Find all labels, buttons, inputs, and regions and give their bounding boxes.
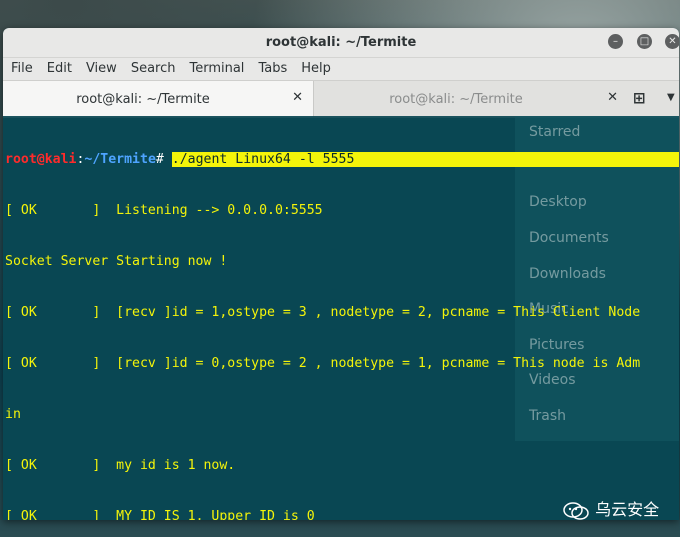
menu-edit[interactable]: Edit [39, 58, 78, 76]
menu-search[interactable]: Search [123, 58, 182, 76]
prompt-hash: # [155, 152, 172, 167]
tab-label: root@kali: ~/Termite [76, 92, 210, 107]
tab-bar: root@kali: ~/Termite ✕ root@kali: ~/Term… [3, 81, 679, 118]
menu-terminal[interactable]: Terminal [181, 58, 250, 76]
terminal-window: root@kali: ~/Termite – □ ✕ File Edit View S… [3, 28, 679, 520]
prompt-user: root@kali [5, 152, 77, 167]
chevron-down-icon[interactable]: ▼ [667, 92, 675, 103]
menu-help[interactable]: Help [293, 58, 337, 76]
tab-inactive[interactable]: root@kali: ~/Termite ✕ [314, 81, 628, 117]
menu-tabs[interactable]: Tabs [250, 58, 293, 76]
prompt-line: root@kali:~/Termite# ./agent Linux64 -l … [5, 151, 679, 168]
terminal-output: root@kali:~/Termite# ./agent Linux64 -l … [5, 117, 679, 520]
output-line: [ OK ] [recv ]id = 1,ostype = 3 , nodety… [5, 305, 641, 320]
output-line: [ OK ] [recv ]id = 0,ostype = 2 , nodety… [5, 356, 641, 371]
maximize-icon[interactable]: □ [637, 34, 652, 49]
command-text: ./agent Linux64 -l 5555 [171, 152, 355, 167]
wechat-icon [563, 501, 589, 520]
output-line: [ OK ] my id is 1 now. [5, 458, 236, 473]
tab-active[interactable]: root@kali: ~/Termite ✕ [3, 81, 314, 117]
tab-label: root@kali: ~/Termite [389, 92, 523, 107]
minimize-icon[interactable]: – [608, 34, 623, 49]
output-line: in [5, 407, 21, 422]
watermark: 乌云安全 [562, 496, 672, 520]
new-tab-icon[interactable]: ⊞ [633, 89, 646, 107]
terminal-area[interactable]: Starred Desktop Documents Downloads Musi… [3, 116, 679, 520]
watermark-text: 乌云安全 [595, 500, 660, 519]
prompt-path: ~/Termite [84, 152, 156, 167]
title-bar[interactable]: root@kali: ~/Termite – □ ✕ [3, 28, 679, 58]
output-line: [ OK ] Listening --> 0.0.0.0:5555 [5, 203, 323, 218]
tab-close-icon[interactable]: ✕ [607, 90, 618, 105]
tab-close-icon[interactable]: ✕ [292, 90, 303, 105]
menu-view[interactable]: View [78, 58, 123, 76]
window-title: root@kali: ~/Termite [265, 35, 417, 50]
command-highlight-fill [354, 152, 679, 167]
output-line: Socket Server Starting now ! [5, 254, 228, 269]
menu-file[interactable]: File [3, 58, 39, 76]
menu-bar: File Edit View Search Terminal Tabs Help [3, 58, 679, 81]
close-icon[interactable]: ✕ [665, 34, 679, 49]
